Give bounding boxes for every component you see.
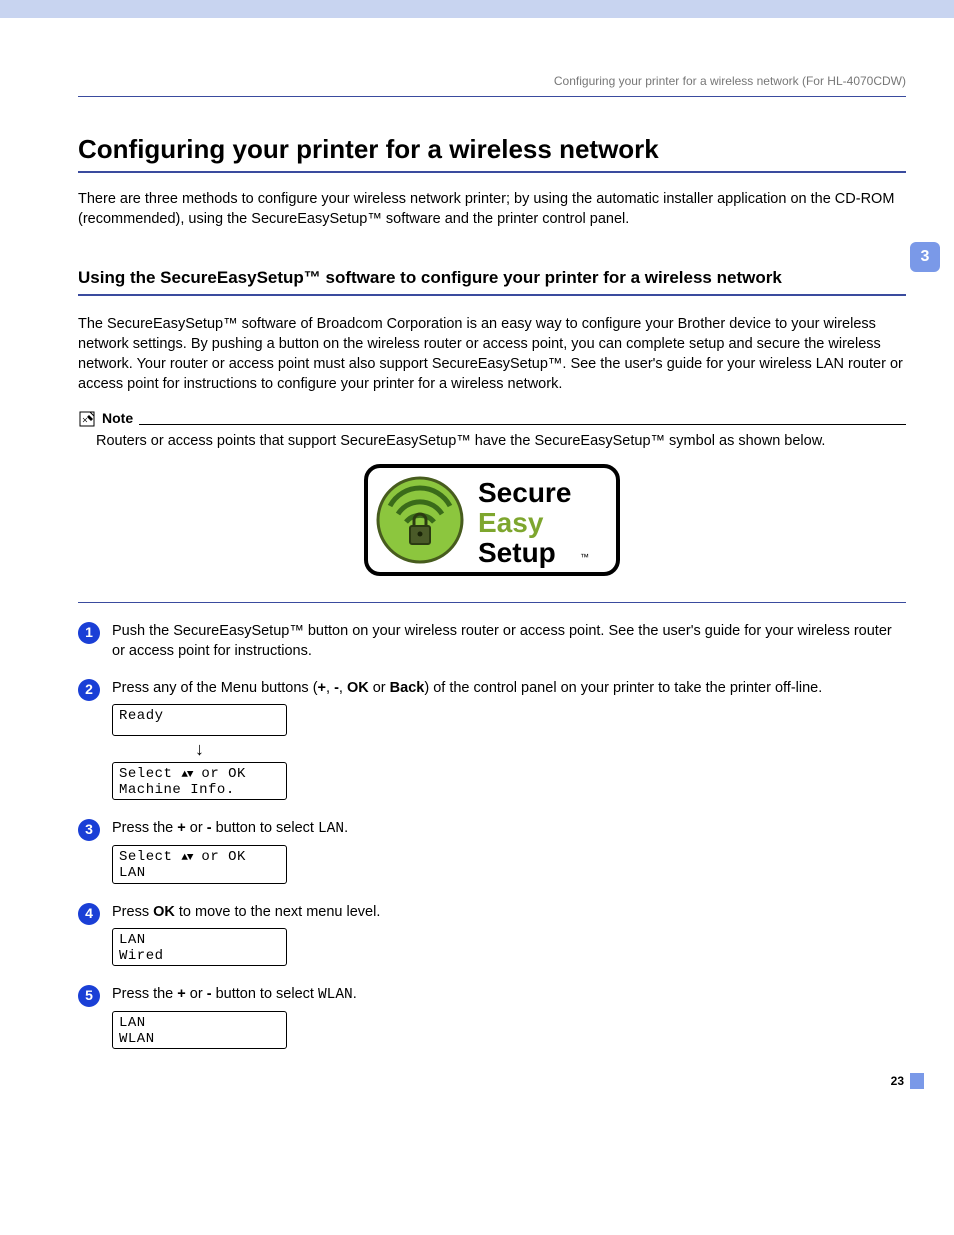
updown-icon: [181, 766, 192, 782]
down-arrow-icon: ↓: [112, 736, 287, 762]
intro-paragraph: There are three methods to configure you…: [78, 189, 906, 230]
step-number: 1: [78, 622, 100, 644]
logo-line3: Setup: [478, 537, 556, 568]
page-number-tab: 23: [891, 1073, 924, 1090]
step-text: Push the SecureEasySetup™ button on your…: [112, 621, 906, 662]
section-heading: Using the SecureEasySetup™ software to c…: [78, 266, 906, 290]
page-number-bar: [910, 1073, 924, 1089]
note-icon: [78, 410, 96, 428]
top-strip: [0, 0, 954, 18]
logo-tm: ™: [580, 552, 589, 562]
step-1: 1 Push the SecureEasySetup™ button on yo…: [78, 621, 906, 666]
step-number: 4: [78, 903, 100, 925]
running-head: Configuring your printer for a wireless …: [78, 73, 906, 90]
logo-line2: Easy: [478, 507, 544, 538]
top-rule: [78, 96, 906, 97]
step-number: 5: [78, 985, 100, 1007]
step-text: Press the + or - button to select WLAN.: [112, 984, 906, 1005]
h2-rule: [78, 294, 906, 296]
step-5: 5 Press the + or - button to select WLAN…: [78, 984, 906, 1055]
lcd-display: LAN WLAN: [112, 1011, 287, 1049]
logo-line1: Secure: [478, 477, 571, 508]
chapter-tab: 3: [910, 242, 940, 272]
step-text: Press the + or - button to select LAN.: [112, 818, 906, 839]
step-number: 3: [78, 819, 100, 841]
note-rule: [139, 424, 906, 425]
step-text: Press OK to move to the next menu level.: [112, 902, 906, 922]
note-body: Routers or access points that support Se…: [78, 431, 906, 451]
lcd-display: Select or OK LAN: [112, 845, 287, 883]
section-paragraph: The SecureEasySetup™ software of Broadco…: [78, 314, 906, 395]
page-title: Configuring your printer for a wireless …: [78, 131, 906, 167]
step-number: 2: [78, 679, 100, 701]
page-number: 23: [891, 1073, 910, 1090]
note-label: Note: [102, 409, 133, 429]
step-2: 2 Press any of the Menu buttons (+, -, O…: [78, 678, 906, 806]
separator-rule: [78, 602, 906, 603]
step-3: 3 Press the + or - button to select LAN.…: [78, 818, 906, 889]
step-text: Press any of the Menu buttons (+, -, OK …: [112, 678, 906, 698]
updown-icon: [181, 849, 192, 865]
lcd-display: Ready: [112, 704, 287, 736]
page: Configuring your printer for a wireless …: [0, 18, 954, 1097]
lcd-display: LAN Wired: [112, 928, 287, 966]
h1-rule: [78, 171, 906, 173]
step-4: 4 Press OK to move to the next menu leve…: [78, 902, 906, 972]
lcd-display: Select or OK Machine Info.: [112, 762, 287, 800]
ses-logo: Secure Easy Setup ™: [78, 462, 906, 584]
note-header: Note: [78, 409, 906, 429]
